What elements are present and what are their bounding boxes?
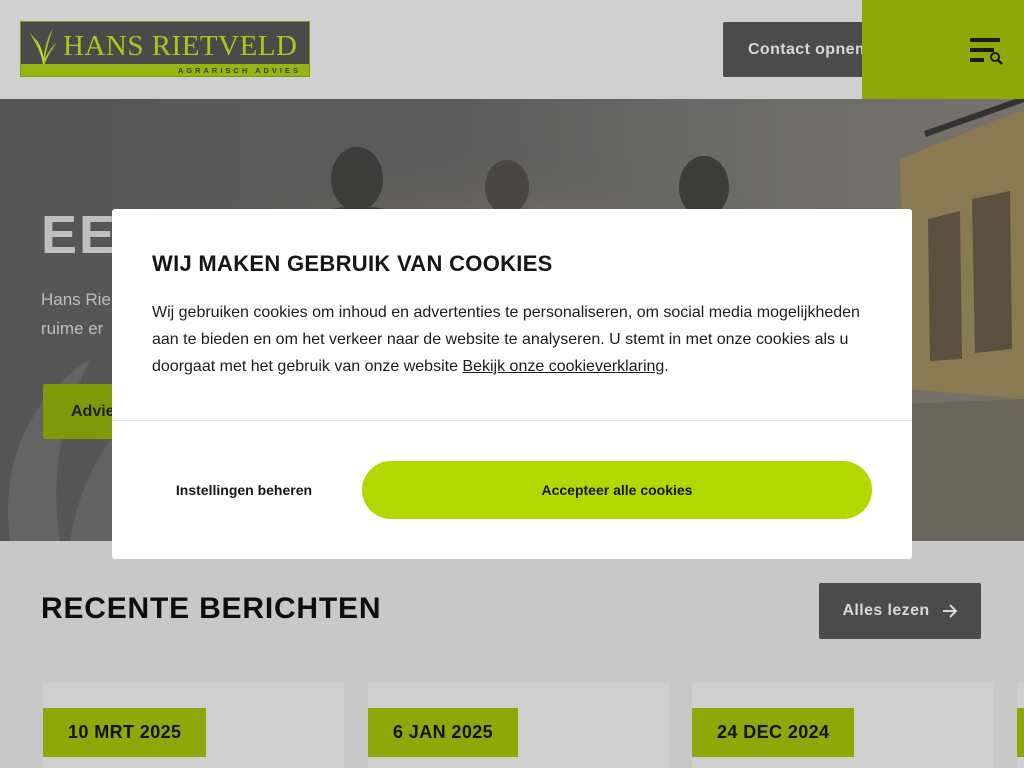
post-date: 10 MRT 2025 — [43, 708, 207, 757]
recent-posts-title: RECENTE BERICHTEN — [41, 592, 382, 625]
cookie-policy-link[interactable]: Bekijk onze cookieverklaring — [462, 358, 664, 375]
cookie-dialog-title: WIJ MAKEN GEBRUIK VAN COOKIES — [152, 251, 553, 276]
post-date: 24 DEC 2024 — [692, 708, 855, 757]
post-card[interactable]: 24 DEC 2024 — [692, 683, 993, 768]
hero-subtitle-line: Hans Rie — [41, 290, 111, 309]
grass-logo-icon — [29, 28, 57, 64]
post-date: 6 JAN 2025 — [368, 708, 519, 757]
hero-button-label: Advie — [71, 402, 115, 420]
site-header: HANS RIETVELD AGRARISCH ADVIES Contact o… — [0, 0, 1024, 99]
hero-subtitle: Hans Rie ruime er — [41, 285, 111, 343]
hero-title: EE — [41, 205, 118, 265]
site-logo[interactable]: HANS RIETVELD AGRARISCH ADVIES — [20, 21, 310, 77]
cookie-dialog-body-end: . — [664, 358, 669, 375]
logo-text: HANS RIETVELD — [63, 30, 298, 62]
hero-subtitle-line: ruime er — [41, 319, 104, 338]
manage-settings-button[interactable]: Instellingen beheren — [152, 461, 336, 519]
post-date-partial — [1017, 708, 1024, 757]
cookie-consent-dialog: WIJ MAKEN GEBRUIK VAN COOKIES Wij gebrui… — [112, 209, 912, 559]
read-all-label: Alles lezen — [842, 602, 930, 619]
post-card[interactable]: 6 JAN 2025 — [368, 683, 669, 768]
menu-search-icon[interactable] — [970, 36, 1004, 66]
post-card[interactable]: 10 MRT 2025 — [43, 683, 344, 768]
arrow-right-icon — [942, 604, 957, 618]
accept-all-cookies-button[interactable]: Accepteer alle cookies — [362, 461, 872, 519]
cookie-dialog-text: Wij gebruiken cookies om inhoud en adver… — [152, 299, 872, 380]
read-all-button[interactable]: Alles lezen — [819, 583, 981, 639]
logo-subtext: AGRARISCH ADVIES — [177, 66, 301, 75]
cookie-dialog-divider — [112, 420, 912, 421]
